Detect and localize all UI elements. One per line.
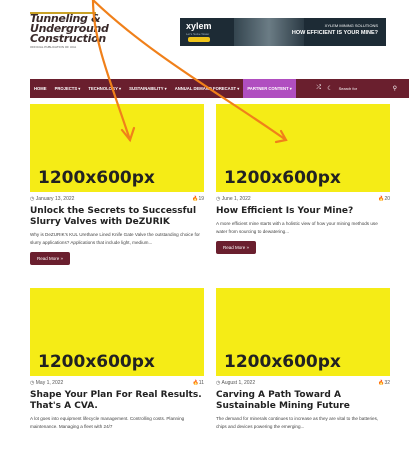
nav-item-partner-content[interactable]: PARTNER CONTENT ▾	[243, 79, 296, 98]
article-thumbnail[interactable]: 1200x600px	[30, 104, 204, 192]
nav-item-technology[interactable]: TECHNOLOGY ▾	[84, 79, 125, 98]
article-title[interactable]: Unlock the Secrets to Successful Slurry …	[30, 206, 204, 228]
article-date: ◷ August 1, 2022	[216, 380, 256, 386]
logo-accent-bar	[30, 12, 96, 14]
article-meta: ◷ May 1, 2022 🔥11	[30, 380, 204, 386]
article-views: 🔥19	[192, 196, 204, 202]
article-views: 🔥11	[192, 380, 204, 386]
site-logo[interactable]: Tunneling & Underground Construction OFF…	[30, 12, 110, 50]
article-title[interactable]: How Efficient Is Your Mine?	[216, 206, 390, 217]
moon-icon[interactable]: ☾	[327, 85, 332, 92]
article-title[interactable]: Shape Your Plan For Real Results. That's…	[30, 390, 204, 412]
article-card: 1200x600px ◷ August 1, 2022 🔥32 Carving …	[216, 288, 390, 431]
article-card: 1200x600px ◷ June 1, 2022 🔥20 How Effici…	[216, 104, 390, 254]
nav-item-annual-demand-forecast[interactable]: ANNUAL DEMAND FORECAST ▾	[171, 79, 244, 98]
site-header: Tunneling & Underground Construction OFF…	[0, 0, 409, 56]
nav-item-home[interactable]: HOME	[30, 79, 51, 98]
search-icon[interactable]: ⚲	[393, 85, 397, 92]
article-excerpt: A lot goes into equipment lifecycle mana…	[30, 416, 185, 429]
nav-tools: ⤮ ☾ Search for ⚲	[316, 79, 397, 98]
banner-pill	[188, 37, 210, 42]
article-card: 1200x600px ◷ May 1, 2022 🔥11 Shape Your …	[30, 288, 204, 431]
thumbnail-placeholder-label: 1200x600px	[224, 352, 341, 372]
nav-item-sustainability[interactable]: SUSTAINABILITY ▾	[125, 79, 171, 98]
banner-tagline: Let's Solve Water	[186, 32, 210, 36]
logo-line-3: Construction	[30, 32, 106, 45]
article-thumbnail[interactable]: 1200x600px	[216, 288, 390, 376]
read-more-button[interactable]: Read More »	[30, 252, 71, 265]
banner-brand: xylem	[186, 21, 212, 31]
article-excerpt: Why is DeZURIK's KUL Urethane Lined Knif…	[30, 232, 200, 245]
read-more-button[interactable]: Read More »	[216, 241, 257, 254]
article-meta: ◷ January 13, 2022 🔥19	[30, 196, 204, 202]
thumbnail-placeholder-label: 1200x600px	[38, 352, 155, 372]
ad-banner[interactable]: xylem Let's Solve Water XYLEM MINING SOL…	[180, 18, 386, 46]
thumbnail-placeholder-label: 1200x600px	[224, 168, 341, 188]
main-nav: HOME PROJECTS ▾ TECHNOLOGY ▾ SUSTAINABIL…	[30, 79, 409, 98]
article-excerpt: A more efficient mine starts with a holi…	[216, 221, 378, 234]
logo-subtitle: OFFICIAL PUBLICATION OF UCA	[30, 45, 77, 49]
article-title[interactable]: Carving A Path Toward A Sustainable Mini…	[216, 390, 390, 412]
article-meta: ◷ August 1, 2022 🔥32	[216, 380, 390, 386]
thumbnail-placeholder-label: 1200x600px	[38, 168, 155, 188]
article-meta: ◷ June 1, 2022 🔥20	[216, 196, 390, 202]
article-date: ◷ May 1, 2022	[30, 380, 64, 386]
nav-item-projects[interactable]: PROJECTS ▾	[51, 79, 85, 98]
shuffle-icon[interactable]: ⤮	[316, 85, 321, 92]
article-thumbnail[interactable]: 1200x600px	[216, 104, 390, 192]
search-input[interactable]: Search for	[339, 86, 387, 91]
banner-cta-top: XYLEM MINING SOLUTIONS	[324, 23, 378, 28]
article-date: ◷ January 13, 2022	[30, 196, 75, 202]
article-thumbnail[interactable]: 1200x600px	[30, 288, 204, 376]
article-date: ◷ June 1, 2022	[216, 196, 251, 202]
article-card: 1200x600px ◷ January 13, 2022 🔥19 Unlock…	[30, 104, 204, 265]
article-excerpt: The demand for minerals continues to inc…	[216, 416, 379, 429]
banner-cta-main: HOW EFFICIENT IS YOUR MINE?	[291, 30, 378, 36]
article-views: 🔥20	[378, 196, 390, 202]
article-views: 🔥32	[378, 380, 390, 386]
